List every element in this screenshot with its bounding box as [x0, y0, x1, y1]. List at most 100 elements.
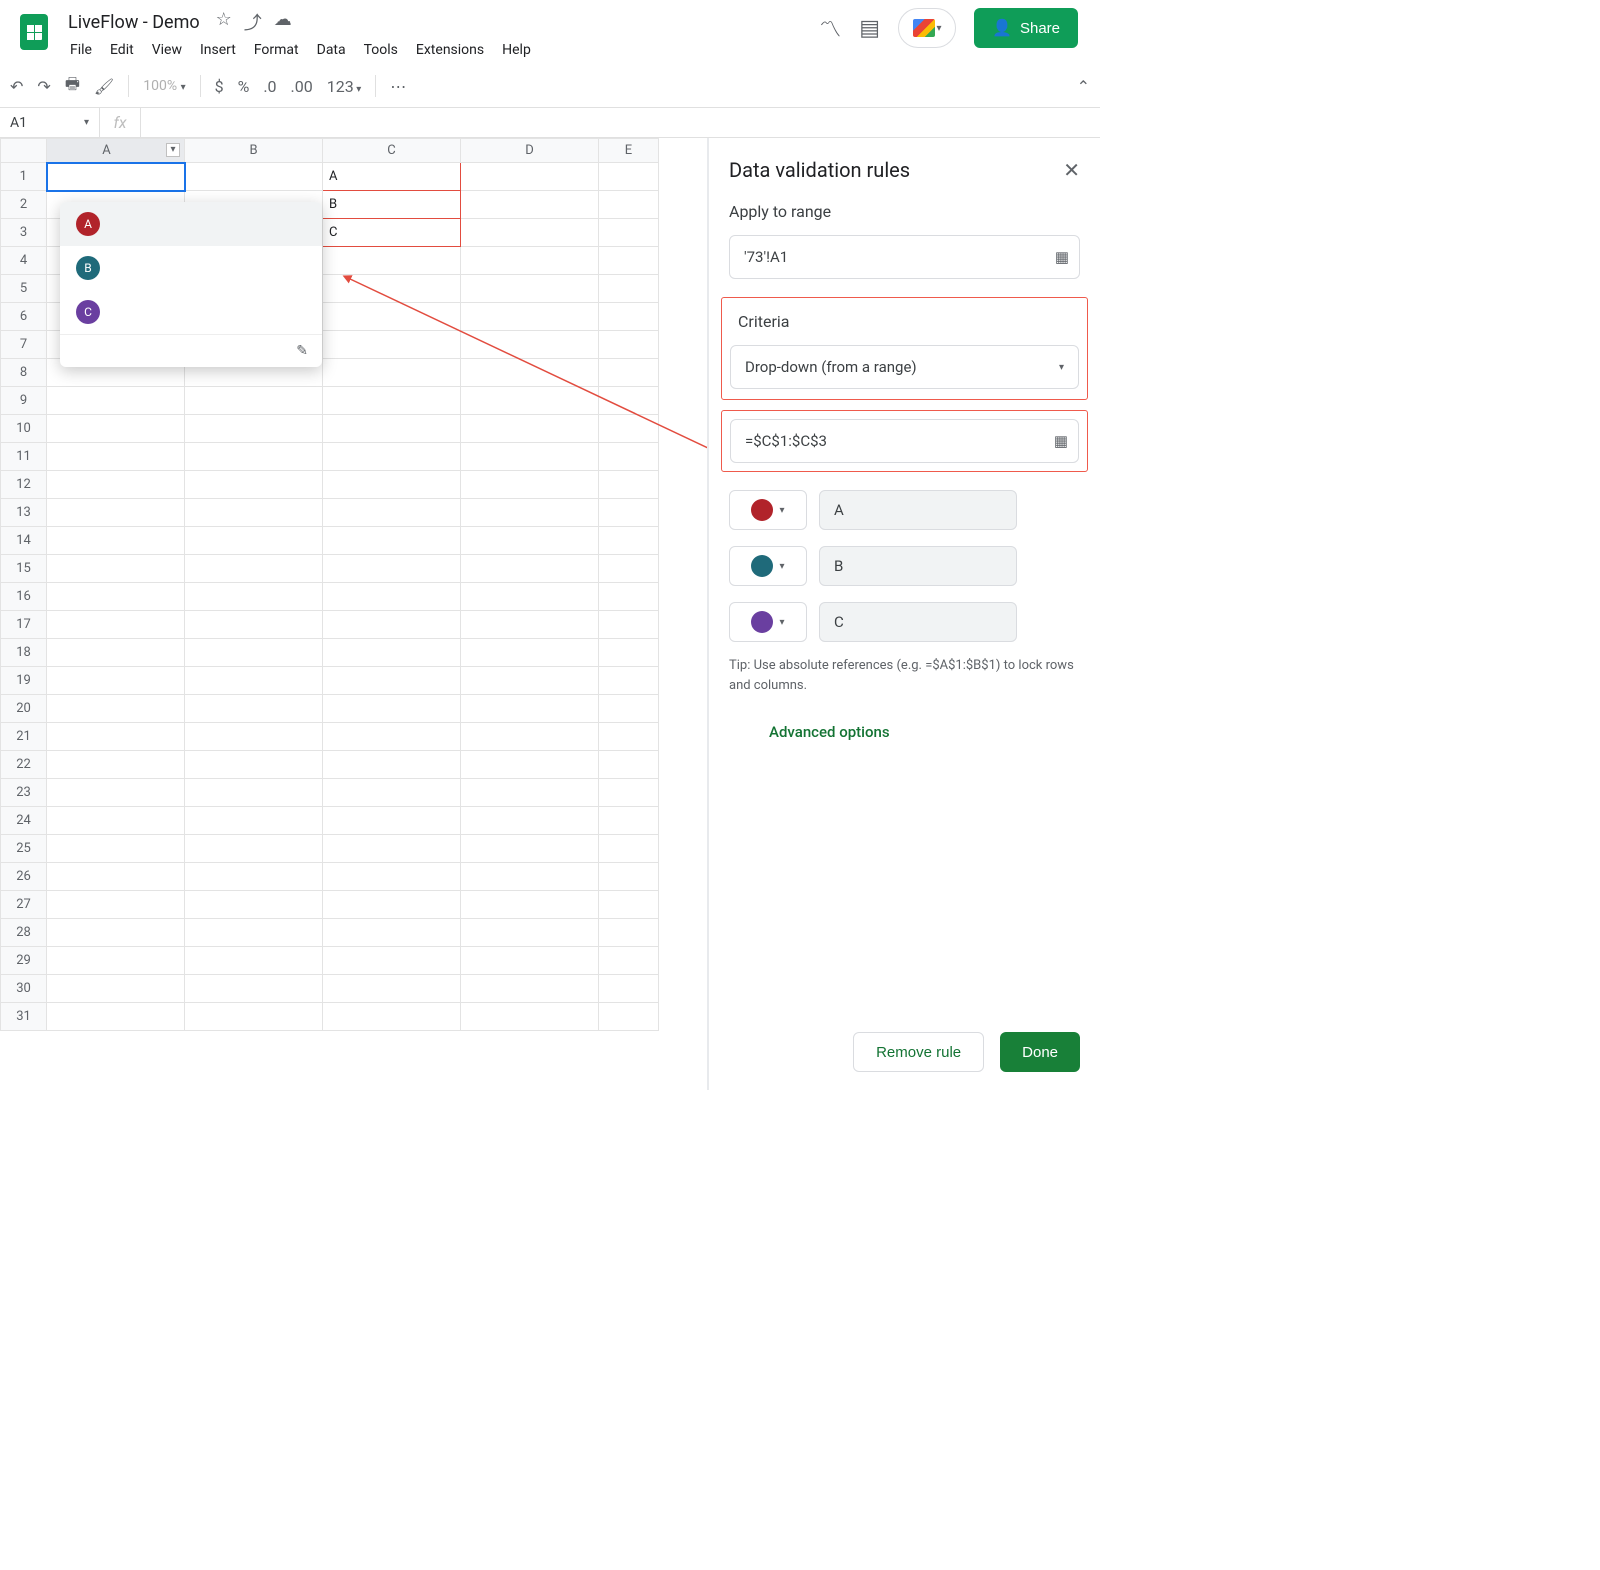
row-header[interactable]: 21 [1, 723, 47, 751]
column-header[interactable]: C [323, 139, 461, 163]
row-header[interactable]: 28 [1, 919, 47, 947]
cell[interactable] [323, 1003, 461, 1031]
cell[interactable] [185, 611, 323, 639]
cell[interactable] [47, 583, 185, 611]
cell[interactable] [461, 891, 599, 919]
cell[interactable] [461, 583, 599, 611]
cell[interactable] [461, 247, 599, 275]
cell[interactable] [461, 1003, 599, 1031]
cell[interactable] [461, 947, 599, 975]
cell[interactable] [599, 975, 659, 1003]
row-header[interactable]: 12 [1, 471, 47, 499]
cell[interactable] [599, 807, 659, 835]
cell[interactable] [185, 443, 323, 471]
cell[interactable] [185, 807, 323, 835]
cell[interactable] [599, 779, 659, 807]
color-chip-select[interactable]: ▾ [729, 490, 807, 530]
cell[interactable] [47, 667, 185, 695]
cell[interactable] [47, 163, 185, 191]
row-header[interactable]: 22 [1, 751, 47, 779]
redo-icon[interactable]: ↷ [37, 77, 50, 96]
done-button[interactable]: Done [1000, 1032, 1080, 1072]
dropdown-option[interactable]: C [60, 290, 322, 334]
cell[interactable] [323, 919, 461, 947]
cell[interactable] [599, 611, 659, 639]
row-header[interactable]: 16 [1, 583, 47, 611]
row-header[interactable]: 27 [1, 891, 47, 919]
menu-extensions[interactable]: Extensions [408, 38, 492, 62]
column-header[interactable]: E [599, 139, 659, 163]
cell[interactable] [185, 667, 323, 695]
cell[interactable] [599, 415, 659, 443]
cell[interactable] [323, 863, 461, 891]
cell[interactable] [323, 331, 461, 359]
undo-icon[interactable]: ↶ [10, 77, 23, 96]
cell[interactable] [323, 443, 461, 471]
grid-select-icon[interactable]: ▦ [1054, 432, 1068, 450]
cell[interactable] [323, 415, 461, 443]
cell[interactable] [461, 667, 599, 695]
cell[interactable] [47, 555, 185, 583]
cell[interactable] [599, 891, 659, 919]
row-header[interactable]: 11 [1, 443, 47, 471]
row-header[interactable]: 29 [1, 947, 47, 975]
cell[interactable] [47, 779, 185, 807]
cell[interactable] [323, 247, 461, 275]
cell[interactable] [47, 891, 185, 919]
print-icon[interactable]: 🖶 [65, 73, 80, 100]
cell[interactable] [47, 471, 185, 499]
cell[interactable] [185, 779, 323, 807]
cell[interactable] [599, 835, 659, 863]
paint-format-icon[interactable]: 🖌 [94, 77, 114, 96]
cell[interactable] [599, 947, 659, 975]
cell[interactable] [461, 723, 599, 751]
row-header[interactable]: 23 [1, 779, 47, 807]
cell[interactable] [461, 303, 599, 331]
cell[interactable] [599, 751, 659, 779]
cell[interactable] [185, 863, 323, 891]
cell[interactable] [323, 751, 461, 779]
spreadsheet-grid[interactable]: A▾BCDE1A2B3C4567891011121314151617181920… [0, 138, 708, 1090]
cell[interactable] [185, 695, 323, 723]
criteria-select[interactable]: Drop-down (from a range) ▾ [730, 345, 1079, 389]
cell[interactable] [47, 695, 185, 723]
row-header[interactable]: 14 [1, 527, 47, 555]
cell[interactable] [599, 527, 659, 555]
row-header[interactable]: 18 [1, 639, 47, 667]
dropdown-option[interactable]: B [60, 246, 322, 290]
menu-data[interactable]: Data [309, 38, 354, 62]
cell[interactable] [599, 723, 659, 751]
row-header[interactable]: 1 [1, 163, 47, 191]
cell[interactable] [461, 471, 599, 499]
cell[interactable] [323, 471, 461, 499]
cell[interactable] [599, 163, 659, 191]
cell[interactable] [599, 863, 659, 891]
format-123-icon[interactable]: 123 ▾ [327, 77, 361, 96]
cell[interactable] [599, 359, 659, 387]
document-title[interactable]: LiveFlow - Demo [62, 10, 206, 35]
cell[interactable] [47, 415, 185, 443]
cell[interactable] [185, 751, 323, 779]
cell[interactable] [323, 667, 461, 695]
dropdown-option[interactable]: A [60, 202, 322, 246]
grid-select-icon[interactable]: ▦ [1055, 248, 1069, 266]
cell[interactable] [47, 723, 185, 751]
cell[interactable] [185, 975, 323, 1003]
cell[interactable] [185, 947, 323, 975]
cell[interactable] [461, 639, 599, 667]
option-value[interactable]: B [819, 546, 1017, 586]
cell[interactable] [461, 807, 599, 835]
row-header[interactable]: 6 [1, 303, 47, 331]
cell[interactable]: A [323, 163, 461, 191]
column-header[interactable]: D [461, 139, 599, 163]
cell[interactable] [323, 583, 461, 611]
row-header[interactable]: 17 [1, 611, 47, 639]
menu-file[interactable]: File [62, 38, 100, 62]
column-header[interactable]: B [185, 139, 323, 163]
cell[interactable] [47, 1003, 185, 1031]
cell[interactable] [185, 555, 323, 583]
more-icon[interactable]: ⋯ [390, 77, 406, 96]
cell[interactable] [599, 499, 659, 527]
cell[interactable] [185, 891, 323, 919]
cell[interactable] [185, 639, 323, 667]
